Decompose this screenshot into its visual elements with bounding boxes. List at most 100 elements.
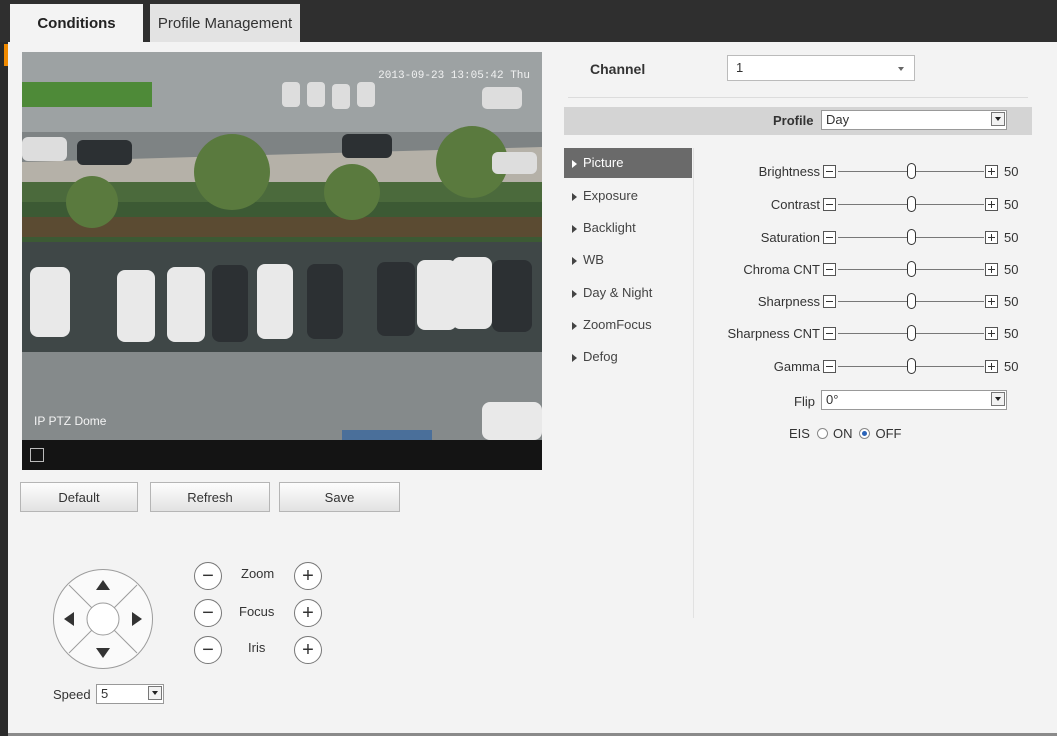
slider-row-gamma: Gamma 50 (700, 355, 1040, 379)
chevron-down-icon[interactable] (991, 112, 1005, 126)
slider-thumb[interactable] (907, 229, 916, 245)
slider-row-sharpness-cnt: Sharpness CNT 50 (700, 322, 1040, 346)
minus-icon[interactable] (823, 231, 836, 244)
top-tab-bar: Conditions Profile Management (0, 0, 1057, 42)
tab-conditions[interactable]: Conditions (10, 4, 143, 42)
minus-icon[interactable] (823, 327, 836, 340)
ptz-direction-pad (53, 569, 153, 669)
plus-icon[interactable] (985, 327, 998, 340)
left-edge-bar (0, 42, 8, 736)
plus-icon[interactable] (985, 295, 998, 308)
left-accent-marker (4, 44, 8, 66)
iris-open-button[interactable]: + (294, 636, 322, 664)
slider-value: 50 (1004, 197, 1019, 212)
focus-in-button[interactable]: + (294, 599, 322, 627)
menu-item-exposure[interactable]: Exposure (564, 181, 692, 211)
menu-item-label: ZoomFocus (583, 317, 652, 332)
caret-right-icon (572, 289, 577, 298)
eis-off-radio[interactable] (859, 428, 871, 439)
menu-item-backlight[interactable]: Backlight (564, 213, 692, 243)
slider-label: Sharpness (757, 294, 820, 309)
flip-select[interactable]: 0° (821, 390, 1007, 410)
slider-label: Chroma CNT (743, 262, 820, 277)
channel-select[interactable]: 1 (727, 55, 915, 81)
chevron-down-icon[interactable] (148, 686, 162, 700)
minus-icon[interactable] (823, 295, 836, 308)
minus-icon[interactable] (823, 263, 836, 276)
slider-row-contrast: Contrast 50 (700, 193, 1040, 217)
menu-item-day-night[interactable]: Day & Night (564, 278, 692, 308)
flip-value: 0° (826, 392, 839, 407)
menu-item-picture[interactable]: Picture (564, 148, 692, 178)
ptz-right-arrow-icon[interactable] (132, 612, 142, 626)
slider-row-saturation: Saturation 50 (700, 226, 1040, 250)
slider-thumb[interactable] (907, 325, 916, 341)
zoom-out-button[interactable]: − (194, 562, 222, 590)
eis-on-radio[interactable] (816, 428, 828, 439)
tab-profile-management[interactable]: Profile Management (150, 4, 300, 42)
channel-label: Channel (590, 61, 646, 77)
eis-off-label: OFF (875, 426, 902, 441)
fit-window-icon[interactable] (30, 448, 44, 462)
focus-out-button[interactable]: − (194, 599, 222, 627)
speed-select[interactable]: 5 (96, 684, 164, 704)
slider-thumb[interactable] (907, 163, 916, 179)
refresh-button[interactable]: Refresh (150, 482, 270, 512)
slider-label: Saturation (760, 230, 820, 245)
menu-item-label: Defog (583, 349, 618, 364)
zoom-in-button[interactable]: + (294, 562, 322, 590)
flip-label: Flip (794, 394, 815, 409)
caret-right-icon (572, 192, 577, 201)
slider-thumb[interactable] (907, 261, 916, 277)
slider-row-chroma-cnt: Chroma CNT 50 (700, 258, 1040, 282)
slider-value: 50 (1004, 294, 1019, 309)
slider-value: 50 (1004, 230, 1019, 245)
plus-icon[interactable] (985, 263, 998, 276)
menu-item-label: Backlight (583, 220, 636, 235)
slider-value: 50 (1004, 262, 1019, 277)
profile-select[interactable]: Day (821, 110, 1007, 130)
plus-icon[interactable] (985, 231, 998, 244)
ptz-left-arrow-icon[interactable] (64, 612, 74, 626)
menu-item-defog[interactable]: Defog (564, 342, 692, 372)
ptz-down-arrow-icon[interactable] (96, 648, 110, 658)
slider-value: 50 (1004, 164, 1019, 179)
video-control-bar (22, 440, 542, 470)
slider-thumb[interactable] (907, 293, 916, 309)
focus-label: Focus (239, 604, 275, 619)
minus-icon[interactable] (823, 198, 836, 211)
slider-thumb[interactable] (907, 358, 916, 374)
plus-icon[interactable] (985, 165, 998, 178)
plus-icon[interactable] (985, 198, 998, 211)
slider-label: Sharpness CNT (727, 326, 820, 341)
menu-item-wb[interactable]: WB (564, 245, 692, 275)
live-video-image: 2013-09-23 13:05:42 Thu IP PTZ Dome (22, 52, 542, 440)
profile-value: Day (826, 112, 850, 127)
minus-icon[interactable] (823, 360, 836, 373)
menu-item-label: WB (583, 252, 604, 267)
ptz-up-arrow-icon[interactable] (96, 580, 110, 590)
eis-label: EIS (789, 426, 810, 441)
iris-close-button[interactable]: − (194, 636, 222, 664)
default-button[interactable]: Default (20, 482, 138, 512)
slider-row-brightness: Brightness 50 (700, 160, 1040, 184)
speed-label: Speed (53, 687, 91, 702)
slider-thumb[interactable] (907, 196, 916, 212)
speed-value: 5 (101, 686, 109, 701)
caret-right-icon (572, 353, 577, 362)
parking-lot-scene (22, 52, 542, 440)
chevron-down-icon[interactable] (991, 392, 1005, 406)
divider (693, 148, 694, 618)
chevron-down-icon[interactable] (898, 67, 904, 71)
eis-on-label: ON (832, 426, 853, 441)
menu-item-zoomfocus[interactable]: ZoomFocus (564, 310, 692, 340)
slider-row-sharpness: Sharpness 50 (700, 290, 1040, 314)
plus-icon[interactable] (985, 360, 998, 373)
eis-control: EIS ON OFF (789, 426, 901, 441)
caret-right-icon (572, 224, 577, 233)
slider-value: 50 (1004, 359, 1019, 374)
minus-icon[interactable] (823, 165, 836, 178)
slider-value: 50 (1004, 326, 1019, 341)
menu-item-label: Exposure (583, 188, 638, 203)
save-button[interactable]: Save (279, 482, 400, 512)
